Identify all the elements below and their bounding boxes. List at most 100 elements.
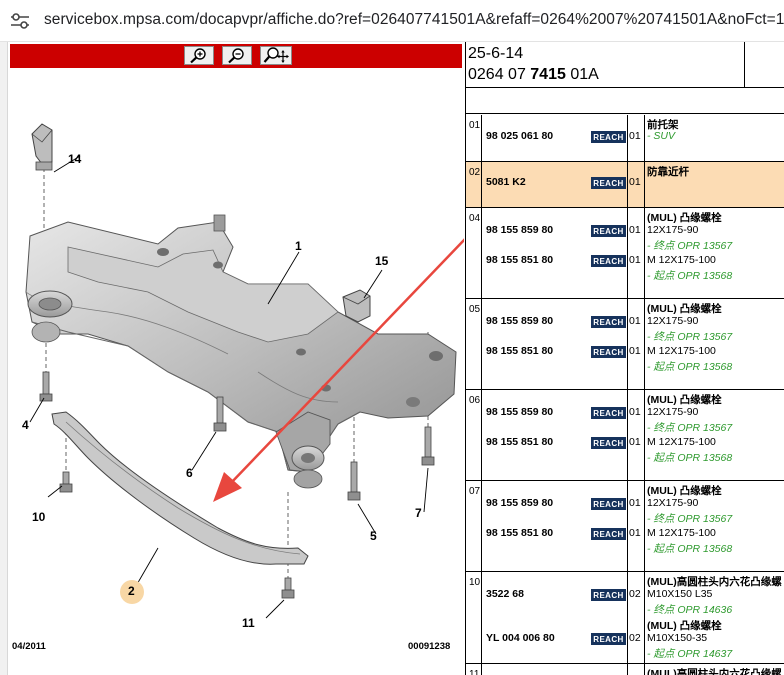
ref-suffix: 01A — [565, 66, 599, 83]
description-line: - 起点 OPR 13568 — [647, 452, 733, 464]
quantity: 02 — [629, 632, 641, 644]
description-line: M10X150 L35 — [647, 588, 713, 600]
zoom-out-button[interactable] — [222, 46, 252, 65]
description-line: (MUL) 凸缘螺栓 — [647, 303, 722, 315]
quantity: 01 — [629, 176, 641, 188]
description-line: - 终点 OPR 13567 — [647, 422, 733, 434]
reach-badge: REACH — [591, 346, 626, 358]
header-divider — [744, 42, 745, 88]
reach-badge: REACH — [591, 316, 626, 328]
zoom-fit-icon — [263, 47, 289, 63]
description-line: - SUV — [647, 130, 676, 142]
reach-badge: REACH — [591, 131, 626, 143]
quantity: 01 — [629, 497, 641, 509]
zoom-fit-button[interactable] — [260, 46, 292, 65]
part-number[interactable]: 98 155 851 80 — [486, 254, 553, 266]
part-number[interactable]: 98 155 851 80 — [486, 345, 553, 357]
reach-badge: REACH — [591, 255, 626, 267]
part-number[interactable]: 98 155 851 80 — [486, 436, 553, 448]
description-line: 防靠近杆 — [647, 166, 689, 178]
callout-4: 4 — [22, 418, 29, 432]
callout-10: 10 — [32, 510, 46, 524]
zoom-out-icon — [228, 47, 244, 63]
description-line: (MUL) 凸缘螺栓 — [647, 485, 722, 497]
left-frame-edge — [0, 42, 8, 675]
reach-badge: REACH — [591, 498, 626, 510]
part-number[interactable]: 5081 K2 — [486, 176, 526, 188]
column-divider — [644, 390, 645, 480]
address-bar[interactable]: servicebox.mpsa.com/docapvpr/affiche.do?… — [0, 0, 784, 42]
description-line: - 终点 OPR 14636 — [647, 604, 733, 616]
column-divider — [644, 481, 645, 571]
table-row[interactable]: 01 98 025 061 80 REACH 01 前托架 - SUV — [466, 115, 784, 162]
column-divider — [481, 390, 482, 480]
header-date: 25-6-14 — [468, 45, 524, 62]
description-line: 12X175-90 — [647, 224, 699, 236]
description-line: (MUL)高圆柱头内六花凸缘螺 — [647, 668, 782, 675]
table-row[interactable]: 10 3522 68 REACH 02 YL 004 006 80 REACH 02 (MUL… — [466, 572, 784, 664]
callout-6: 6 — [186, 466, 193, 480]
exploded-view-drawing: 14 1 15 4 6 10 2 5 7 11 04/2011 00091238 — [8, 72, 467, 672]
part-number[interactable]: 98 155 859 80 — [486, 497, 553, 509]
quantity: 01 — [629, 224, 641, 236]
table-row[interactable]: 02 5081 K2 REACH 01 防靠近杆 — [466, 162, 784, 208]
zoom-in-icon — [190, 47, 206, 63]
part-number[interactable]: YL 004 006 80 — [486, 632, 555, 644]
ref-bold: 7415 — [530, 66, 566, 83]
part-number[interactable]: 98 155 859 80 — [486, 406, 553, 418]
table-row[interactable]: 04 98 155 859 80 REACH 01 98 155 851 80 REACH… — [466, 208, 784, 299]
parts-list-header: 25-6-14 0264 07 7415 01A — [466, 42, 784, 88]
reach-badge: REACH — [591, 177, 626, 189]
row-number: 04 — [469, 213, 481, 224]
column-divider — [627, 481, 628, 571]
part-number[interactable]: 98 155 851 80 — [486, 527, 553, 539]
callout-5: 5 — [370, 529, 377, 543]
description-line: - 终点 OPR 13567 — [647, 513, 733, 525]
zoom-in-button[interactable] — [184, 46, 214, 65]
column-divider — [644, 572, 645, 663]
column-divider — [644, 664, 645, 675]
table-row[interactable]: 06 98 155 859 80 REACH 01 98 155 851 80 REACH… — [466, 390, 784, 481]
description-line: - 起点 OPR 13568 — [647, 543, 733, 555]
column-divider — [644, 208, 645, 298]
bracket-14 — [31, 123, 53, 171]
description-line: (MUL) 凸缘螺栓 — [647, 620, 722, 632]
table-row[interactable]: 11 (MUL)高圆柱头内六花凸缘螺 — [466, 664, 784, 675]
column-divider — [644, 299, 645, 389]
header-spacer — [466, 89, 784, 114]
row-number: 07 — [469, 486, 481, 497]
description-line: - 终点 OPR 13567 — [647, 331, 733, 343]
row-number: 01 — [469, 120, 481, 131]
quantity: 01 — [629, 406, 641, 418]
quantity: 01 — [629, 254, 641, 266]
description-line: - 终点 OPR 13567 — [647, 240, 733, 252]
part-number[interactable]: 3522 68 — [486, 588, 524, 600]
callout-1: 1 — [295, 239, 302, 253]
reach-badge: REACH — [591, 528, 626, 540]
table-row[interactable]: 07 98 155 859 80 REACH 01 98 155 851 80 REACH… — [466, 481, 784, 572]
column-divider — [481, 481, 482, 571]
column-divider — [627, 115, 628, 161]
callout-15: 15 — [375, 254, 389, 268]
anti-approach-bar — [51, 411, 309, 565]
description-line: M 12X175-100 — [647, 527, 716, 539]
callout-2: 2 — [128, 584, 135, 598]
description-line: - 起点 OPR 13568 — [647, 270, 733, 282]
callout-11: 11 — [242, 616, 255, 630]
drawing-number: 00091238 — [408, 641, 451, 652]
description-line: 12X175-90 — [647, 315, 699, 327]
table-row[interactable]: 05 98 155 859 80 REACH 01 98 155 851 80 REACH… — [466, 299, 784, 390]
description-line: (MUL) 凸缘螺栓 — [647, 212, 722, 224]
description-line: M 12X175-100 — [647, 254, 716, 266]
part-number[interactable]: 98 155 859 80 — [486, 224, 553, 236]
site-settings-icon[interactable] — [10, 12, 30, 30]
column-divider — [481, 664, 482, 675]
part-number[interactable]: 98 025 061 80 — [486, 130, 553, 142]
parts-list-pane: 25-6-14 0264 07 7415 01A 01 98 025 061 80… — [465, 42, 784, 675]
parts-drawing-pane: 14 1 15 4 6 10 2 5 7 11 04/2011 00091238 — [0, 42, 467, 675]
description-line: (MUL) 凸缘螺栓 — [647, 394, 722, 406]
part-number[interactable]: 98 155 859 80 — [486, 315, 553, 327]
callout-14: 14 — [68, 152, 82, 166]
column-divider — [481, 115, 482, 161]
url-text[interactable]: servicebox.mpsa.com/docapvpr/affiche.do?… — [44, 11, 784, 29]
